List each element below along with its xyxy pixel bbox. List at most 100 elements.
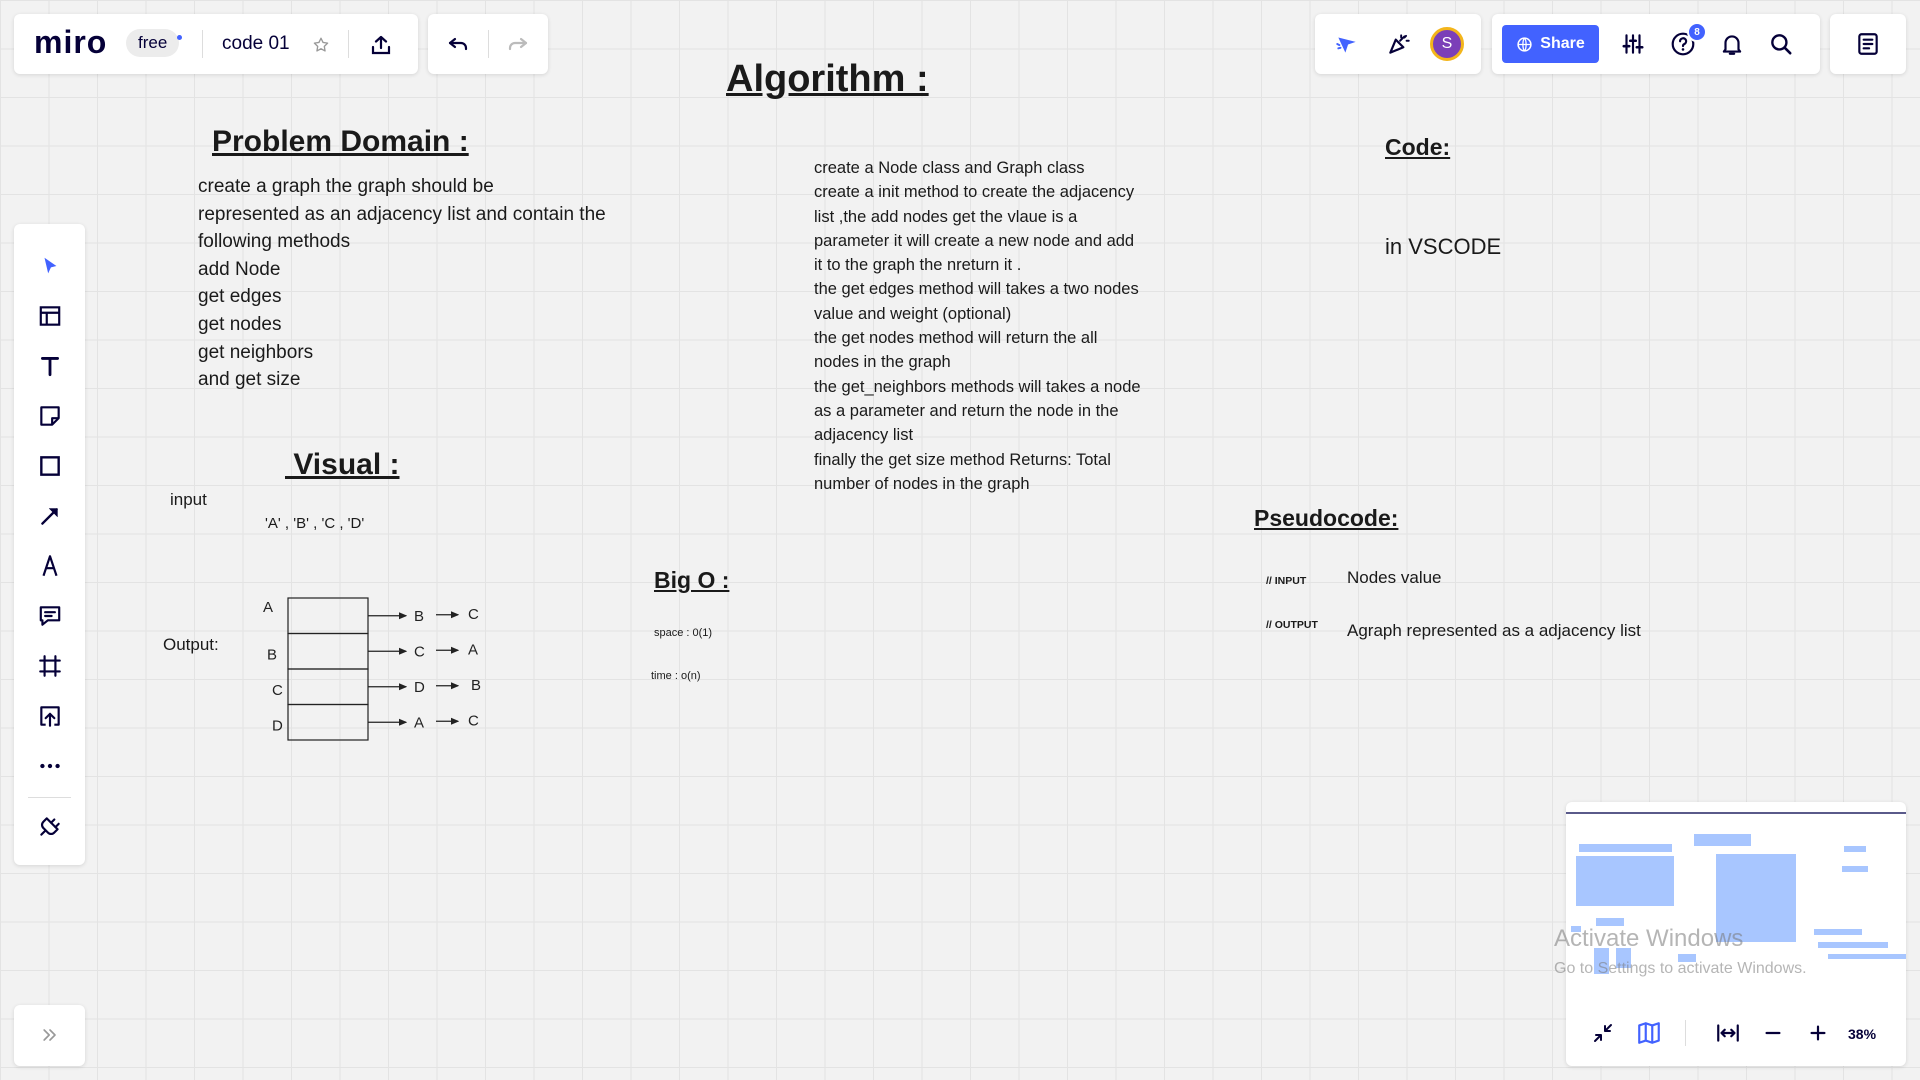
problem-domain-text[interactable]: create a graph the graph should be repre… [198, 173, 606, 394]
minimap-block [1576, 856, 1674, 906]
problem-domain-heading[interactable]: Problem Domain : [212, 125, 469, 159]
neighbor-label: B [414, 608, 424, 625]
share-label: Share [1540, 35, 1585, 52]
frame-icon[interactable] [34, 650, 66, 682]
zoom-level[interactable]: 38% [1848, 1026, 1876, 1042]
problem-line: and get size [198, 369, 301, 391]
algorithm-line: it to the graph the nreturn it . [814, 256, 1022, 275]
algorithm-heading[interactable]: Algorithm : [726, 58, 929, 101]
upload-icon[interactable] [34, 700, 66, 732]
problem-line: create a graph the graph should be [198, 176, 494, 197]
algorithm-text[interactable]: create a Node class and Graph class crea… [814, 156, 1141, 496]
adjacency-list-diagram[interactable]: A B C B C A C D B D A C [255, 590, 515, 745]
input-values[interactable]: 'A' , 'B' , 'C , 'D' [265, 515, 364, 532]
code-heading[interactable]: Code: [1385, 134, 1450, 161]
node-label: A [263, 599, 273, 616]
globe-icon [1517, 36, 1532, 52]
settings-icon[interactable] [1618, 29, 1648, 59]
comment-icon[interactable] [34, 600, 66, 632]
plan-dot-icon [177, 35, 182, 40]
algorithm-line: nodes in the graph [814, 353, 951, 372]
node-label: C [272, 682, 283, 699]
zoom-out-icon[interactable] [1758, 1018, 1788, 1048]
minimap-block [1814, 929, 1862, 935]
problem-line: get edges [198, 286, 282, 308]
apps-icon[interactable] [34, 810, 66, 842]
user-avatar[interactable]: S [1430, 27, 1464, 61]
problem-line: get nodes [198, 313, 282, 335]
board-header-panel: miro free code 01 [14, 14, 418, 74]
adjacency-cell [287, 703, 369, 741]
neighbor-label: C [414, 643, 425, 660]
zoom-in-icon[interactable] [1803, 1018, 1833, 1048]
reactions-icon[interactable] [1331, 29, 1363, 59]
input-label[interactable]: input [170, 490, 207, 510]
problem-line: represented as an adjacency list and con… [198, 203, 606, 225]
algorithm-line: create a Node class and Graph class [814, 159, 1085, 177]
minimap-block [1844, 846, 1866, 852]
text-icon[interactable] [34, 350, 66, 382]
templates-icon[interactable] [34, 300, 66, 332]
minimap-block [1842, 866, 1868, 872]
algorithm-line: the get nodes method will return the all [814, 329, 1098, 348]
share-button[interactable]: Share [1502, 25, 1599, 63]
celebrate-icon[interactable] [1383, 29, 1415, 59]
help-badge: 8 [1687, 22, 1707, 42]
toolbar-divider [28, 797, 71, 798]
miro-logo[interactable]: miro [34, 24, 107, 61]
star-icon[interactable] [310, 34, 332, 56]
algorithm-line: finally the get size method Returns: Tot… [814, 450, 1111, 469]
adjacency-cell [287, 597, 369, 635]
activate-windows-subtitle: Go to Settings to activate Windows. [1554, 960, 1807, 977]
neighbor-label: A [414, 714, 424, 731]
minimap-block [1818, 942, 1888, 948]
node-label: D [272, 717, 283, 734]
minimap-block [1579, 844, 1672, 852]
visual-heading[interactable]: Visual : [285, 448, 399, 482]
expand-panel [14, 1005, 85, 1066]
plan-badge[interactable]: free [126, 29, 180, 57]
pen-icon[interactable] [34, 550, 66, 582]
export-icon[interactable] [366, 30, 396, 60]
algorithm-line: create a init method to create the adjac… [814, 183, 1135, 202]
redo-icon[interactable] [502, 29, 534, 59]
search-icon[interactable] [1766, 29, 1796, 59]
pseudocode-heading[interactable]: Pseudocode: [1254, 505, 1398, 532]
map-icon[interactable] [1634, 1018, 1664, 1048]
pseudo-output-tag[interactable]: // OUTPUT [1266, 619, 1318, 631]
algorithm-line: the get_neighbors methods will takes a n… [814, 377, 1141, 396]
notes-icon[interactable] [1853, 29, 1883, 59]
board-title[interactable]: code 01 [222, 33, 290, 55]
output-label[interactable]: Output: [163, 635, 219, 655]
connection-line-icon[interactable] [34, 500, 66, 532]
pseudo-input-value[interactable]: Nodes value [1347, 568, 1442, 588]
share-panel: Share 8 [1492, 14, 1820, 74]
neighbor-label: C [468, 712, 479, 729]
more-icon[interactable] [34, 750, 66, 782]
adjacency-cell [287, 632, 369, 670]
time-complexity[interactable]: time : o(n) [651, 670, 701, 682]
pseudo-input-tag[interactable]: // INPUT [1266, 575, 1306, 587]
expand-chevrons-icon[interactable] [34, 1019, 66, 1051]
undo-icon[interactable] [442, 29, 474, 59]
neighbor-label: C [468, 606, 479, 623]
header-divider [348, 30, 349, 58]
algorithm-line: parameter it will create a new node and … [814, 231, 1135, 250]
collapse-minimap-icon[interactable] [1588, 1018, 1618, 1048]
space-complexity[interactable]: space : 0(1) [654, 627, 712, 639]
header-divider [202, 30, 203, 58]
adjacency-cell [287, 668, 369, 706]
algorithm-line: adjacency list [814, 426, 914, 445]
shape-icon[interactable] [34, 450, 66, 482]
minimap-divider [1685, 1020, 1686, 1046]
big-o-heading[interactable]: Big O : [654, 567, 729, 594]
minimap-block [1828, 954, 1906, 959]
pseudo-output-value[interactable]: Agraph represented as a adjacency list [1347, 621, 1641, 641]
notifications-icon[interactable] [1717, 29, 1747, 59]
sticky-note-icon[interactable] [34, 400, 66, 432]
fit-to-screen-icon[interactable] [1713, 1018, 1743, 1048]
select-icon[interactable] [34, 250, 66, 282]
neighbor-label: A [468, 641, 478, 658]
code-text[interactable]: in VSCODE [1385, 234, 1501, 260]
problem-line: following methods [198, 231, 351, 253]
